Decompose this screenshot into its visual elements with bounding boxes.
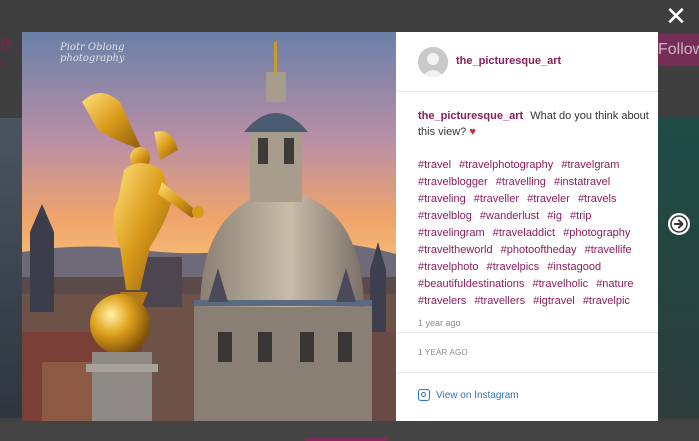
hashtag-link[interactable]: #travelling xyxy=(496,176,546,188)
hashtag-link[interactable]: #instatravel xyxy=(554,176,610,188)
photographer-watermark: Piotr Oblong photography xyxy=(60,42,125,64)
close-icon[interactable]: ✕ xyxy=(664,3,688,29)
avatar[interactable] xyxy=(418,47,448,77)
hashtag-link[interactable]: #travellers xyxy=(474,295,525,307)
watermark-line-2: photography xyxy=(60,53,125,64)
hashtag-link[interactable]: #travelphoto xyxy=(418,261,479,273)
hashtag-link[interactable]: #traveladdict xyxy=(493,227,555,239)
divider xyxy=(396,372,658,373)
post-caption: the_picturesque_art What do you think ab… xyxy=(418,108,650,140)
hashtag-link[interactable]: #travelers xyxy=(418,295,466,307)
hashtag-link[interactable]: #igtravel xyxy=(533,295,575,307)
hashtag-link[interactable]: #traveller xyxy=(474,193,519,205)
post-details-panel: the_picturesque_art the_picturesque_art … xyxy=(396,32,658,421)
background-title: e_ xyxy=(0,30,25,55)
hashtag-link[interactable]: #photography xyxy=(563,227,630,239)
heart-icon: ♥ xyxy=(469,126,476,138)
hashtag-link[interactable]: #travels xyxy=(578,193,617,205)
hashtag-list: #travel #travelphotography #travelgram #… xyxy=(418,157,654,310)
instagram-link-label: View on Instagram xyxy=(436,389,519,401)
next-arrow-icon[interactable] xyxy=(668,213,690,235)
post-date: 1 YEAR AGO xyxy=(418,348,468,357)
caption-username[interactable]: the_picturesque_art xyxy=(418,110,523,122)
hashtag-link[interactable]: #travelpic xyxy=(583,295,630,307)
hashtag-link[interactable]: #travelgram xyxy=(561,159,619,171)
post-photo: Piotr Oblong photography xyxy=(22,32,396,421)
instagram-icon xyxy=(418,389,430,401)
hashtag-link[interactable]: #trip xyxy=(570,210,591,222)
background-image-right xyxy=(658,118,699,418)
hashtag-link[interactable]: #travelblogger xyxy=(418,176,488,188)
user-silhouette-icon xyxy=(418,47,448,77)
post-header: the_picturesque_art xyxy=(396,32,658,92)
background-follow-button: Follow xyxy=(654,34,699,66)
background-image-left xyxy=(0,118,22,418)
hashtag-link[interactable]: #photooftheday xyxy=(501,244,577,256)
hashtag-link[interactable]: #travelblog xyxy=(418,210,472,222)
hashtag-link[interactable]: #travelingram xyxy=(418,227,485,239)
post-lightbox: Piotr Oblong photography the_picturesque… xyxy=(22,32,658,421)
post-time-ago: 1 year ago xyxy=(418,318,461,328)
hashtag-link[interactable]: #traveler xyxy=(527,193,570,205)
hashtag-link[interactable]: #ig xyxy=(547,210,562,222)
hashtag-link[interactable]: #beautifuldestinations xyxy=(418,278,524,290)
hashtag-link[interactable]: #travelpics xyxy=(487,261,540,273)
hashtag-link[interactable]: #wanderlust xyxy=(480,210,539,222)
view-on-instagram-link[interactable]: View on Instagram xyxy=(418,389,519,401)
hashtag-link[interactable]: #travelphotography xyxy=(459,159,553,171)
watermark-line-1: Piotr Oblong xyxy=(60,42,125,53)
background-subtitle: # xyxy=(0,58,7,70)
hashtag-link[interactable]: #travelholic xyxy=(532,278,588,290)
background-load-more-button xyxy=(305,437,387,441)
hashtag-link[interactable]: #travel xyxy=(418,159,451,171)
hashtag-link[interactable]: #nature xyxy=(596,278,633,290)
hashtag-link[interactable]: #instagood xyxy=(547,261,601,273)
divider xyxy=(396,332,658,333)
post-username[interactable]: the_picturesque_art xyxy=(456,55,561,67)
hashtag-link[interactable]: #traveling xyxy=(418,193,466,205)
hashtag-link[interactable]: #traveltheworld xyxy=(418,244,493,256)
hashtag-link[interactable]: #travellife xyxy=(585,244,632,256)
